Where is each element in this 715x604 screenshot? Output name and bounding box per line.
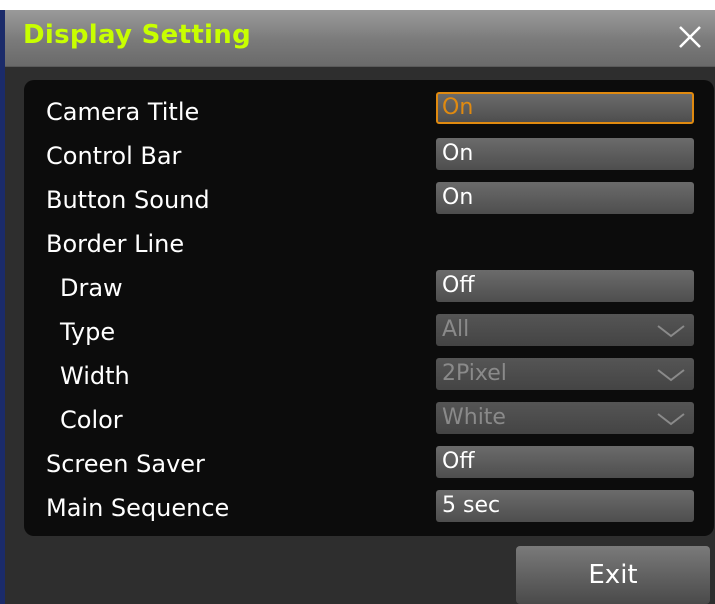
setting-label-draw: Draw: [60, 274, 123, 302]
type-value: All: [442, 317, 470, 342]
display-setting-dialog: Display Setting Camera Title On Control …: [0, 10, 715, 604]
setting-label-button-sound: Button Sound: [46, 186, 210, 214]
setting-label-border-line: Border Line: [46, 230, 185, 258]
chevron-down-icon: [657, 369, 685, 382]
draw-field[interactable]: Off: [436, 270, 694, 302]
setting-label-camera-title: Camera Title: [46, 98, 200, 126]
button-sound-field[interactable]: On: [436, 182, 694, 214]
setting-label-width: Width: [60, 362, 130, 390]
setting-label-type: Type: [60, 318, 116, 346]
control-bar-field[interactable]: On: [436, 138, 694, 170]
width-dropdown: 2Pixel: [436, 358, 694, 390]
setting-label-main-sequence: Main Sequence: [46, 494, 230, 522]
title-bar: Display Setting: [5, 10, 715, 67]
main-sequence-field[interactable]: 5 sec: [436, 490, 694, 522]
color-value: White: [442, 405, 506, 430]
close-icon[interactable]: [675, 22, 705, 52]
setting-label-screen-saver: Screen Saver: [46, 450, 205, 478]
chevron-down-icon: [657, 325, 685, 338]
type-dropdown: All: [436, 314, 694, 346]
width-value: 2Pixel: [442, 361, 507, 386]
color-dropdown: White: [436, 402, 694, 434]
chevron-down-icon: [657, 413, 685, 426]
camera-title-field[interactable]: On: [436, 92, 694, 124]
dialog-title: Display Setting: [23, 20, 251, 50]
screen-saver-field[interactable]: Off: [436, 446, 694, 478]
exit-button[interactable]: Exit: [516, 546, 710, 604]
window-edge: [0, 10, 5, 604]
setting-label-color: Color: [60, 406, 123, 434]
setting-label-control-bar: Control Bar: [46, 142, 182, 170]
settings-panel: Camera Title On Control Bar On Button So…: [24, 80, 714, 536]
